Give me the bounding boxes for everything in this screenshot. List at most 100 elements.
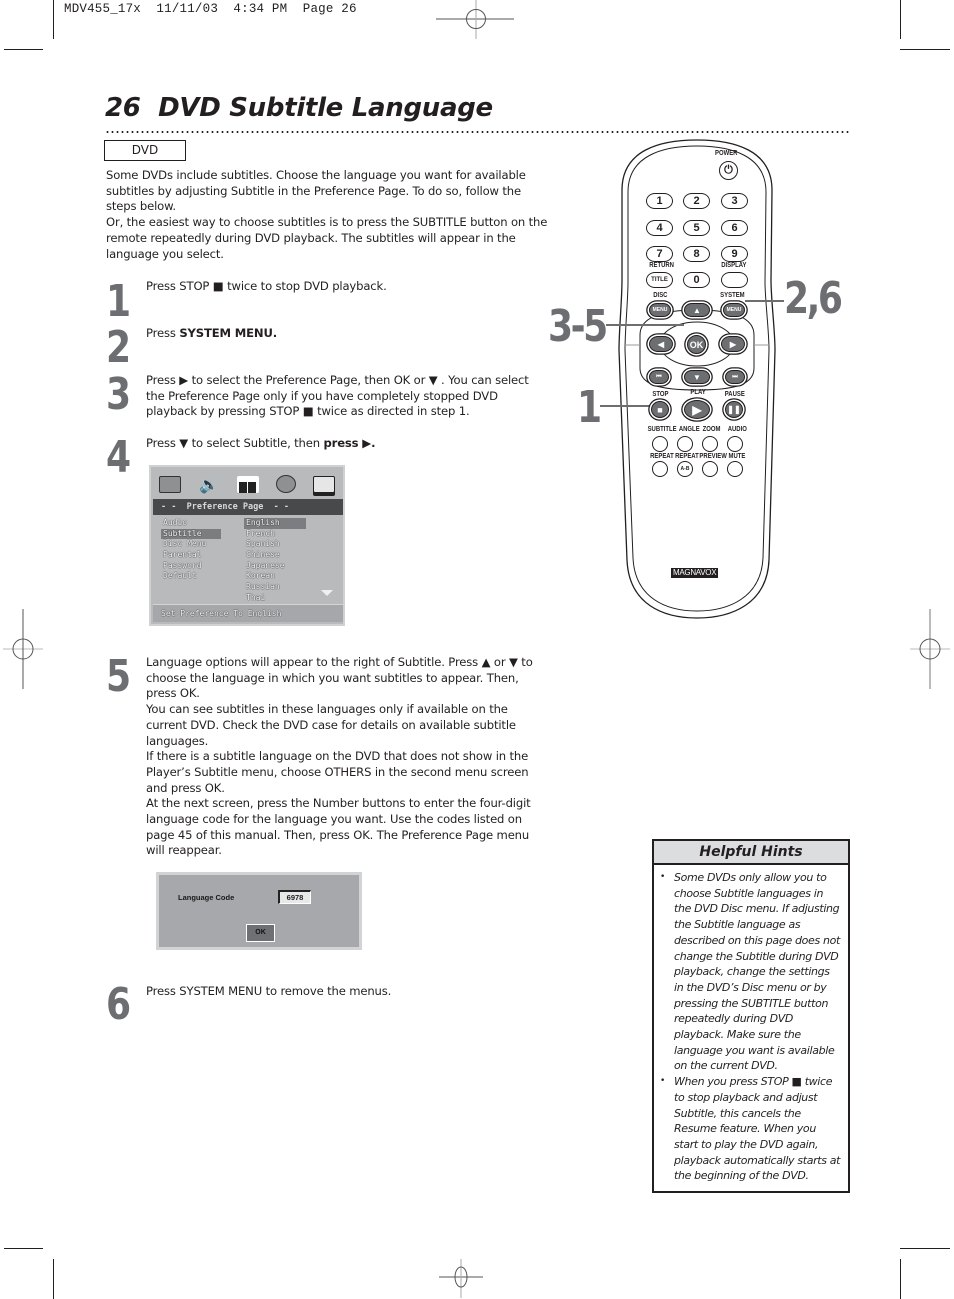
- option-french: French: [246, 528, 275, 538]
- registration-mark-top: [436, 0, 514, 39]
- language-code-label: Language Code: [178, 893, 235, 902]
- play-button[interactable]: ▶: [684, 400, 710, 419]
- page-number: 26: [105, 93, 141, 123]
- number-button-5[interactable]: 5: [683, 220, 710, 236]
- crop-mark: [900, 0, 901, 39]
- brand-logo: MAGNAVOX: [671, 568, 719, 578]
- step-paragraph: Press ▼ to select Subtitle, then press ▶…: [146, 436, 550, 452]
- repeat-ab-button[interactable]: A-B: [677, 461, 693, 477]
- step-text-bold: SYSTEM MENU.: [179, 326, 277, 340]
- option-english: English: [244, 518, 306, 529]
- preference-icon: [312, 475, 335, 493]
- stop-button[interactable]: ■: [651, 401, 669, 418]
- step-paragraph: If there is a subtitle language on the D…: [146, 749, 529, 795]
- system-label: SYSTEM: [720, 292, 745, 299]
- crop-mark: [900, 1248, 950, 1249]
- step-text-plain: Press ▼ to select Subtitle, then: [146, 436, 324, 450]
- intro-paragraph: Some DVDs include subtitles. Choose the …: [106, 168, 526, 214]
- step-paragraph: Press SYSTEM MENU.: [146, 326, 550, 342]
- helpful-hints-title: Helpful Hints: [654, 841, 848, 865]
- step-paragraph: You can see subtitles in these languages…: [146, 702, 516, 748]
- mute-button[interactable]: [727, 461, 743, 477]
- step-text: Press STOP ■ twice to stop DVD playback.: [146, 279, 550, 295]
- registration-mark-right: [910, 609, 950, 689]
- step-number: 3: [106, 369, 131, 420]
- display-label: DISPLAY: [721, 262, 747, 269]
- registration-mark-left: [3, 609, 43, 689]
- language-options: English French Spanish Chinese Japanese …: [244, 518, 306, 604]
- up-arrow-button[interactable]: ▲: [684, 303, 710, 317]
- right-arrow-button[interactable]: ▶: [721, 336, 745, 352]
- disc-label: DISC: [653, 292, 668, 299]
- number-button-3[interactable]: 3: [721, 193, 748, 209]
- repeat-button[interactable]: [652, 461, 668, 477]
- preference-status-bar: Set Preference To English: [153, 604, 343, 622]
- menu-item-default: Default: [163, 571, 197, 581]
- zoom-button[interactable]: [702, 436, 718, 452]
- number-button-6[interactable]: 6: [721, 220, 748, 236]
- left-arrow-button[interactable]: ◀: [649, 336, 673, 352]
- step-paragraph: Press SYSTEM MENU to remove the menus.: [146, 984, 392, 998]
- step-text: Press SYSTEM MENU.: [146, 326, 550, 342]
- crop-mark: [53, 1259, 54, 1299]
- audio-button[interactable]: [727, 436, 743, 452]
- angle-label: ANGLE: [678, 426, 700, 433]
- down-arrow-button[interactable]: ▼: [684, 370, 710, 384]
- step-text: Language options will appear to the righ…: [146, 655, 550, 859]
- skip-forward-button[interactable]: ⏭: [725, 370, 745, 384]
- option-chinese: Chinese: [246, 550, 280, 560]
- language-code-ok-button: OK: [246, 924, 275, 942]
- step-text: Press SYSTEM MENU to remove the menus.: [146, 984, 550, 1000]
- repeat-label: REPEAT: [650, 453, 674, 460]
- system-menu-button[interactable]: MENU: [723, 303, 745, 317]
- display-button[interactable]: [721, 272, 748, 288]
- general-setup-icon: [159, 475, 182, 493]
- step-text: Press ▶ to select the Preference Page, t…: [146, 373, 550, 420]
- angle-button[interactable]: [677, 436, 693, 452]
- hint-item: When you press STOP ■ twice to stop play…: [660, 1074, 842, 1184]
- page-title: 26 DVD Subtitle Language: [105, 93, 493, 123]
- step-paragraph: At the next screen, press the Number but…: [146, 796, 531, 858]
- number-button-4[interactable]: 4: [646, 220, 673, 236]
- preview-button[interactable]: [702, 461, 718, 477]
- subtitle-button[interactable]: [652, 436, 668, 452]
- menu-item-audio: Audio: [163, 518, 188, 527]
- page-title-text: DVD Subtitle Language: [158, 93, 493, 123]
- pause-button[interactable]: ❚❚: [725, 401, 743, 418]
- power-button[interactable]: ⏻: [719, 161, 738, 180]
- menu-item-parental: Parental: [163, 550, 202, 560]
- step-paragraph: Press ▶ to select the Preference Page, t…: [146, 373, 529, 419]
- step-number: 5: [106, 651, 131, 702]
- intro-text: Some DVDs include subtitles. Choose the …: [106, 168, 551, 262]
- number-button-2[interactable]: 2: [683, 193, 710, 209]
- disc-menu-button[interactable]: MENU: [649, 303, 671, 317]
- callout-step-1: 1: [577, 382, 602, 433]
- skip-back-button[interactable]: ⏮: [649, 370, 669, 384]
- mute-label: MUTE: [728, 453, 746, 460]
- option-thai: Thai: [246, 592, 266, 602]
- subtitle-label: SUBTITLE: [647, 426, 677, 433]
- registration-mark-bottom: [439, 1259, 483, 1298]
- number-button-8[interactable]: 8: [683, 246, 710, 262]
- stop-label: STOP: [652, 391, 669, 398]
- number-button-9[interactable]: 9: [721, 246, 748, 262]
- pause-label: PAUSE: [724, 391, 745, 398]
- hints-list: Some DVDs only allow you to choose Subti…: [654, 865, 848, 1184]
- crop-mark: [4, 1248, 43, 1249]
- ok-button[interactable]: OK: [687, 335, 706, 354]
- callout-steps-2-6: 2,6: [784, 273, 843, 324]
- zoom-label: ZOOM: [702, 426, 721, 433]
- play-label: PLAY: [690, 389, 706, 396]
- step-paragraph: Press STOP ■ twice to stop DVD playback.: [146, 279, 387, 293]
- step-text-plain: Press: [146, 326, 180, 340]
- number-button-0[interactable]: 0: [683, 272, 710, 288]
- audio-label: AUDIO: [727, 426, 747, 433]
- option-japanese: Japanese: [246, 560, 285, 570]
- crop-mark: [900, 1259, 901, 1299]
- power-label: POWER: [714, 150, 738, 157]
- number-button-7[interactable]: 7: [646, 246, 673, 262]
- menu-item-disc-menu: Disc Menu: [163, 539, 207, 549]
- option-korean: Korean: [246, 571, 275, 581]
- title-button[interactable]: TITLE: [646, 272, 673, 288]
- number-button-1[interactable]: 1: [646, 193, 673, 209]
